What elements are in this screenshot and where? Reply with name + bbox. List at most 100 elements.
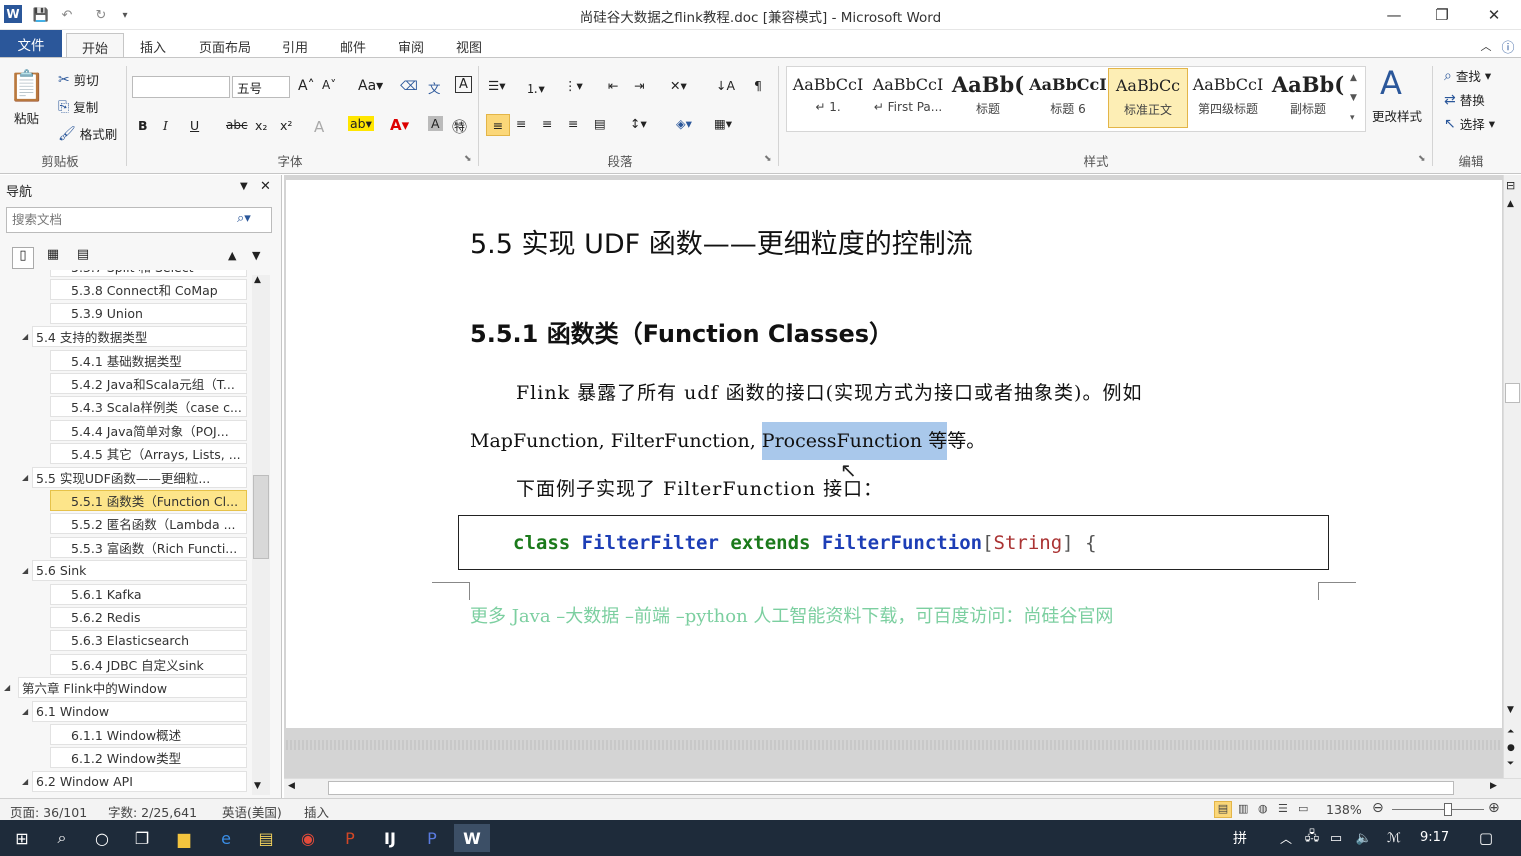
borders-icon[interactable]: ▦▾ <box>714 116 732 131</box>
font-name-combo[interactable] <box>132 76 230 98</box>
cut-button[interactable]: ✂ 剪切 <box>58 70 99 89</box>
paste-button[interactable]: 粘贴 <box>14 108 39 127</box>
style-tile[interactable]: AaBbCcI ↵ 1. <box>788 68 868 128</box>
nav-heading-item[interactable]: 5.3.7 Split 和 Select <box>50 270 247 277</box>
enclose-char-icon[interactable]: ㊕ <box>452 116 467 137</box>
nav-scrollbar[interactable]: ▲ ▼ <box>252 275 270 795</box>
document-page[interactable]: 5.5 实现 UDF 函数——更细粒度的控制流 5.5.1 函数类（Functi… <box>286 180 1502 728</box>
style-tile[interactable]: AaBbCcI ↵ First Pa... <box>868 68 948 128</box>
hscroll-thumb[interactable] <box>328 781 1454 795</box>
nav-heading-item[interactable]: 5.4.1 基础数据类型 <box>50 349 247 371</box>
browse-object-icon[interactable]: ● <box>1507 743 1515 753</box>
tab-page-layout[interactable]: 页面布局 <box>190 34 260 58</box>
style-tile[interactable]: AaBb(副标题 <box>1268 68 1348 128</box>
tab-references[interactable]: 引用 <box>272 34 318 58</box>
status-language[interactable]: 英语(美国) <box>222 802 282 821</box>
nav-scroll-up-icon[interactable]: ▲ <box>254 275 261 285</box>
styles-dialog-launcher-icon[interactable]: ⬊ <box>1418 154 1426 164</box>
scroll-right-icon[interactable]: ▶ <box>1490 781 1497 791</box>
status-insert-mode[interactable]: 插入 <box>304 802 329 821</box>
font-dialog-launcher-icon[interactable]: ⬊ <box>464 154 472 164</box>
shading-icon[interactable]: ◈▾ <box>676 116 692 131</box>
numbering-icon[interactable]: ⒈▾ <box>526 78 545 97</box>
paste-icon[interactable]: 📋 <box>8 66 45 106</box>
windows-start-icon[interactable]: ⊞ <box>4 824 40 852</box>
change-styles-button[interactable]: 更改样式 <box>1372 106 1422 125</box>
nav-close-icon[interactable]: ✕ <box>260 179 271 194</box>
char-border-icon[interactable]: A <box>455 76 472 93</box>
intellij-icon[interactable]: IJ <box>372 824 408 852</box>
nav-search-box[interactable]: ⌕▾ <box>6 207 272 233</box>
font-size-combo[interactable]: 五号 <box>232 76 290 98</box>
nav-options-icon[interactable]: ▼ <box>240 181 248 192</box>
outline-view-icon[interactable]: ☰ <box>1278 802 1288 815</box>
nav-heading-item[interactable]: 6.1 Window <box>32 700 247 722</box>
notepad-icon[interactable]: ▤ <box>248 824 284 852</box>
font-color-icon[interactable]: A▾ <box>390 116 409 134</box>
multilevel-list-icon[interactable]: ⋮▾ <box>564 78 583 93</box>
status-page[interactable]: 页面: 36/101 <box>10 802 87 821</box>
nav-heading-item[interactable]: 5.3.8 Connect和 CoMap <box>50 279 247 301</box>
nav-heading-item[interactable]: 5.3.9 Union <box>50 302 247 324</box>
scroll-thumb[interactable] <box>1505 383 1520 403</box>
nav-results-view-icon[interactable]: ▤ <box>72 247 94 269</box>
search-icon[interactable]: ⌕▾ <box>237 211 251 226</box>
style-tile[interactable]: AaBbCcI 标题 6 <box>1028 68 1108 128</box>
nav-heading-item[interactable]: 5.4.5 其它（Arrays, Lists, ... <box>50 443 247 465</box>
minimize-button[interactable]: — <box>1378 4 1410 26</box>
justify-button[interactable]: ≡ <box>568 116 578 131</box>
scroll-down-icon[interactable]: ▼ <box>1507 705 1514 715</box>
word-taskbar-icon[interactable]: W <box>454 824 490 852</box>
zoom-slider-thumb[interactable] <box>1444 803 1452 816</box>
help-icon[interactable]: ⓘ <box>1498 34 1518 58</box>
nav-prev-icon[interactable]: ▲ <box>228 249 236 262</box>
full-screen-reading-icon[interactable]: ▥ <box>1238 802 1248 815</box>
vertical-scrollbar[interactable]: ⊟ ▲ ▼ ⏶ ● ⏷ <box>1503 175 1521 780</box>
replace-button[interactable]: ⇄ 替换 <box>1444 90 1485 109</box>
tab-home[interactable]: 开始 <box>66 33 124 60</box>
clear-format-icon[interactable]: ⌫ <box>400 78 418 93</box>
nav-heading-item[interactable]: 5.5 实现UDF函数——更细粒... <box>32 466 247 488</box>
decrease-indent-icon[interactable]: ⇤ <box>608 78 618 93</box>
expand-collapse-icon[interactable]: ◢ <box>22 473 28 482</box>
collapse-ribbon-icon[interactable]: ︿ <box>1476 34 1496 58</box>
file-explorer-icon[interactable]: ▆ <box>166 824 202 852</box>
next-page-icon[interactable]: ⏷ <box>1507 759 1514 769</box>
powerpoint-icon[interactable]: P <box>332 824 368 852</box>
tab-mailings[interactable]: 邮件 <box>330 34 376 58</box>
change-case-icon[interactable]: Aa▾ <box>358 78 383 94</box>
bold-button[interactable]: B <box>138 118 148 133</box>
chinese-layout-icon[interactable]: ✕▾ <box>670 78 687 93</box>
find-button[interactable]: ⌕ 查找 ▾ <box>1444 66 1491 85</box>
nav-heading-item[interactable]: 5.6.4 JDBC 自定义sink <box>50 653 247 675</box>
expand-collapse-icon[interactable]: ◢ <box>22 332 28 341</box>
status-words[interactable]: 字数: 2/25,641 <box>108 802 197 821</box>
zoom-in-icon[interactable]: ⊕ <box>1488 800 1500 816</box>
nav-heading-item[interactable]: 6.1.2 Window类型 <box>50 747 247 769</box>
change-styles-icon[interactable]: A <box>1380 64 1402 102</box>
nav-heading-item[interactable]: 5.5.2 匿名函数（Lambda ... <box>50 513 247 535</box>
increase-indent-icon[interactable]: ⇥ <box>634 78 644 93</box>
nav-heading-item[interactable]: 5.4.3 Scala样例类（case c... <box>50 396 247 418</box>
nav-search-input[interactable] <box>7 208 227 230</box>
cortana-icon[interactable]: ○ <box>84 824 120 852</box>
tab-insert[interactable]: 插入 <box>130 34 176 58</box>
web-layout-icon[interactable]: ◍ <box>1258 802 1268 815</box>
tab-review[interactable]: 审阅 <box>388 34 434 58</box>
nav-heading-item[interactable]: 第六章 Flink中的Window <box>18 677 247 699</box>
nav-heading-item[interactable]: 5.6.3 Elasticsearch <box>50 630 247 652</box>
align-right-button[interactable]: ≡ <box>542 116 552 131</box>
shrink-font-icon[interactable]: A˅ <box>322 78 336 92</box>
task-view-icon[interactable]: ❐ <box>124 824 160 852</box>
superscript-button[interactable]: x² <box>280 118 292 133</box>
align-center-button[interactable]: ≡ <box>516 116 526 131</box>
styles-scroll-icon[interactable]: ▲ ▼ ▾ <box>1350 68 1357 128</box>
style-tile-selected[interactable]: AaBbCc 标准正文 <box>1108 68 1188 128</box>
restore-button[interactable]: ❐ <box>1426 4 1458 26</box>
nav-heading-item[interactable]: 5.4.2 Java和Scala元组（T... <box>50 373 247 394</box>
expand-collapse-icon[interactable]: ◢ <box>22 566 28 575</box>
print-layout-icon[interactable]: ▤ <box>1214 801 1232 818</box>
nav-pages-view-icon[interactable]: ▦ <box>42 247 64 269</box>
nav-scroll-down-icon[interactable]: ▼ <box>254 781 261 791</box>
select-button[interactable]: ↖ 选择 ▾ <box>1444 114 1495 133</box>
